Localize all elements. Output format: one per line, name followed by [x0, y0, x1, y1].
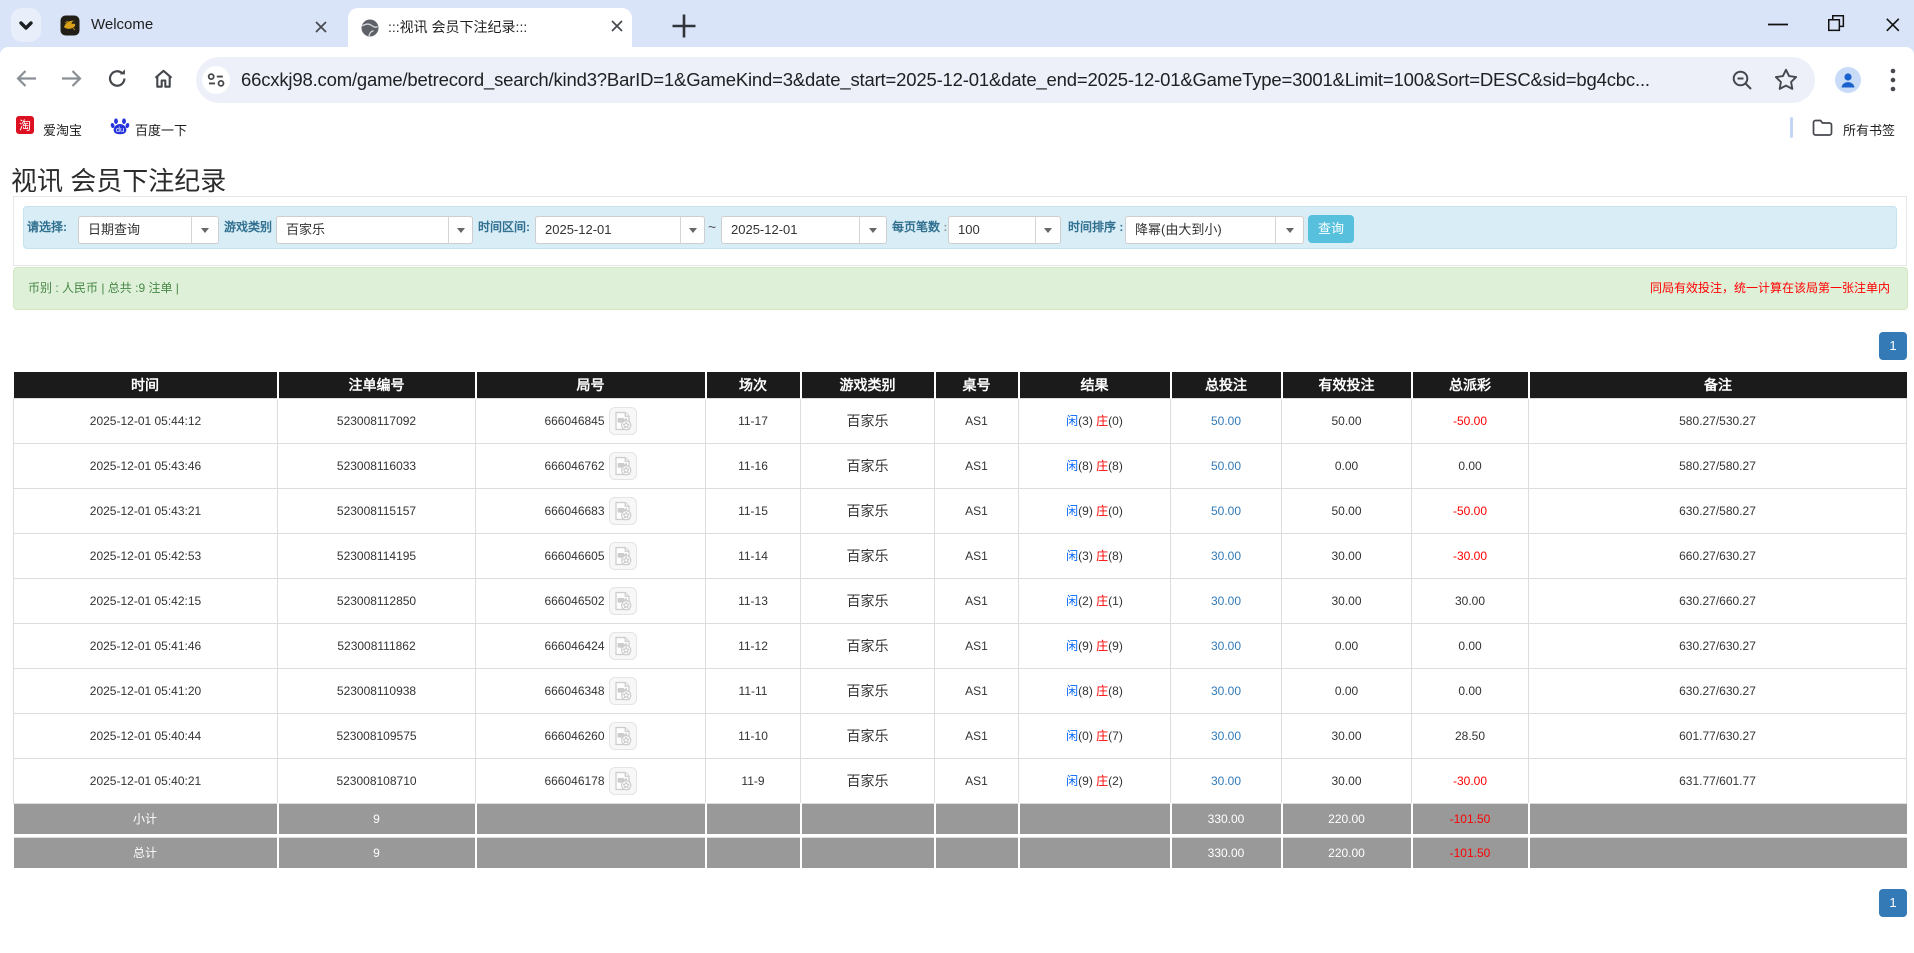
- svg-text:du: du: [116, 125, 124, 134]
- svg-text:淘: 淘: [19, 119, 31, 133]
